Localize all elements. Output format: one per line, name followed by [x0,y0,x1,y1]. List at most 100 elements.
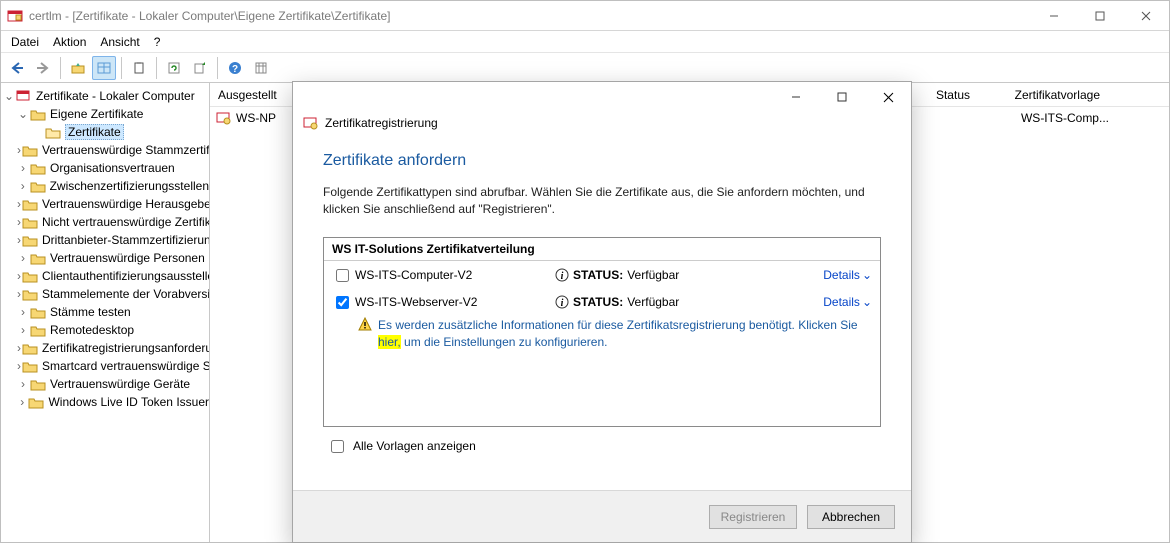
view-list-button[interactable] [92,56,116,80]
register-button[interactable]: Registrieren [709,505,797,529]
tree-item[interactable]: › Vertrauenswürdige Herausgeber [1,195,209,213]
template-checkbox[interactable] [336,269,349,282]
template-row[interactable]: WS-ITS-Computer-V2 i STATUS: Verfügbar D… [324,261,880,288]
folder-open-icon [30,108,46,121]
help-button[interactable]: ? [223,56,247,80]
breadcrumb-label: Zertifikatregistrierung [325,116,438,130]
tree-personal-label[interactable]: Eigene Zertifikate [50,107,143,121]
column-issued-to[interactable]: Ausgestellt [210,88,290,102]
info-icon: i [555,268,569,282]
show-all-checkbox[interactable] [331,440,344,453]
menu-action[interactable]: Aktion [53,35,86,49]
tree-item[interactable]: ›Windows Live ID Token Issuer [1,393,209,411]
tree-item[interactable]: › Remotedesktop [1,321,209,339]
chevron-right-icon[interactable]: › [17,197,21,211]
tree-item[interactable]: › Vertrauenswürdige Personen [1,249,209,267]
chevron-right-icon[interactable]: › [17,287,21,301]
chevron-right-icon[interactable]: › [17,269,21,283]
tree-item-label: Vertrauenswürdige Personen [50,251,205,265]
status-label: STATUS: [573,295,623,309]
tree-item-label: Smartcard vertrauenswürdige Stammzertifi… [42,359,210,373]
chevron-right-icon[interactable]: › [17,143,21,157]
folder-icon [28,396,44,409]
window-title: certlm - [Zertifikate - Lokaler Computer… [29,9,1031,23]
chevron-right-icon[interactable]: › [17,359,21,373]
tree-item[interactable]: ›Zertifikatregistrierungsanforderungen [1,339,209,357]
close-button[interactable] [1123,1,1169,31]
toolbar: ? [1,53,1169,83]
minimize-button[interactable] [1031,1,1077,31]
template-row[interactable]: WS-ITS-Webserver-V2 i STATUS: Verfügbar … [324,288,880,315]
folder-icon [22,270,38,283]
clipboard-button[interactable] [127,56,151,80]
show-all-templates[interactable]: Alle Vorlagen anzeigen [323,427,881,466]
cancel-button[interactable]: Abbrechen [807,505,895,529]
up-button[interactable] [66,56,90,80]
tree-item[interactable]: ›Stämme testen [1,303,209,321]
tree-item[interactable]: › Vertrauenswürdige Stammzertifizierungss… [1,141,209,159]
row-template: WS-ITS-Comp... [1021,111,1109,125]
dialog-intro: Folgende Zertifikattypen sind abrufbar. … [323,184,881,219]
forward-button[interactable] [31,56,55,80]
tree-item[interactable]: ›Zwischenzertifizierungsstellen [1,177,209,195]
columns-button[interactable] [249,56,273,80]
tree-root-label[interactable]: Zertifikate - Lokaler Computer [36,89,195,103]
column-status[interactable]: Status [928,88,979,102]
chevron-right-icon[interactable]: › [17,305,29,319]
chevron-right-icon[interactable]: › [17,251,29,265]
chevron-right-icon[interactable]: › [17,161,29,175]
tree-item[interactable]: › Organisationsvertrauen [1,159,209,177]
click-here-highlight[interactable]: hier, [378,335,401,349]
dialog-heading: Zertifikate anfordern [323,152,881,170]
dialog-close-button[interactable] [865,82,911,112]
details-toggle[interactable]: Details ⌄ [823,268,872,282]
chevron-right-icon[interactable]: › [17,341,21,355]
more-info-link[interactable]: Es werden zusätzliche Informationen für … [324,315,880,359]
template-name: WS-ITS-Webserver-V2 [355,295,555,309]
back-button[interactable] [5,56,29,80]
tree-item[interactable]: › Smartcard vertrauenswürdige Stammzertif… [1,357,209,375]
menu-file[interactable]: Datei [11,35,39,49]
folder-icon [30,180,46,193]
tree-item-label: Vertrauenswürdige Herausgeber [42,197,210,211]
details-toggle[interactable]: Details ⌄ [823,295,872,309]
tree-item-label: Vertrauenswürdige Geräte [50,377,190,391]
chevron-right-icon[interactable]: › [17,323,29,337]
menu-help[interactable]: ? [154,35,161,49]
template-checkbox[interactable] [336,296,349,309]
tree-item-label: Vertrauenswürdige Stammzertifizierungsst… [42,143,210,157]
nav-tree[interactable]: ⌄ Zertifikate - Lokaler Computer ⌄ Eigen… [1,83,210,542]
tree-item-label: Organisationsvertrauen [50,161,175,175]
certificates-root-icon [16,88,32,104]
chevron-right-icon[interactable]: › [17,215,21,229]
tree-item[interactable]: ›Stammelemente der Vorabversion [1,285,209,303]
chevron-right-icon[interactable]: › [17,377,29,391]
svg-text:i: i [561,298,564,309]
folder-icon [22,342,38,355]
tree-item[interactable]: ›Clientauthentifizierungsaussteller [1,267,209,285]
warning-icon [358,317,372,351]
chevron-right-icon[interactable]: › [17,233,21,247]
dialog-maximize-button[interactable] [819,82,865,112]
folder-icon [30,378,46,391]
chevron-down-icon: ⌄ [862,295,872,309]
menu-view[interactable]: Ansicht [100,35,139,49]
maximize-button[interactable] [1077,1,1123,31]
tree-item[interactable]: ›Drittanbieter-Stammzertifizierungsstell… [1,231,209,249]
export-button[interactable] [188,56,212,80]
chevron-right-icon[interactable]: › [17,179,29,193]
chevron-down-icon: ⌄ [862,268,872,282]
refresh-button[interactable] [162,56,186,80]
chevron-down-icon[interactable]: ⌄ [3,89,15,103]
tree-item[interactable]: ›Nicht vertrauenswürdige Zertifikate [1,213,209,231]
enroll-dialog: Zertifikatregistrierung Zertifikate anfo… [292,81,912,543]
tree-item-label: Remotedesktop [50,323,134,337]
tree-item[interactable]: › Vertrauenswürdige Geräte [1,375,209,393]
column-template[interactable]: Zertifikatvorlage [1007,88,1109,102]
chevron-right-icon[interactable]: › [17,395,27,409]
chevron-down-icon[interactable]: ⌄ [17,107,29,121]
dialog-minimize-button[interactable] [773,82,819,112]
tree-certs-selected[interactable]: Zertifikate [65,124,124,140]
main-titlebar: certlm - [Zertifikate - Lokaler Computer… [1,1,1169,31]
folder-icon [30,252,46,265]
